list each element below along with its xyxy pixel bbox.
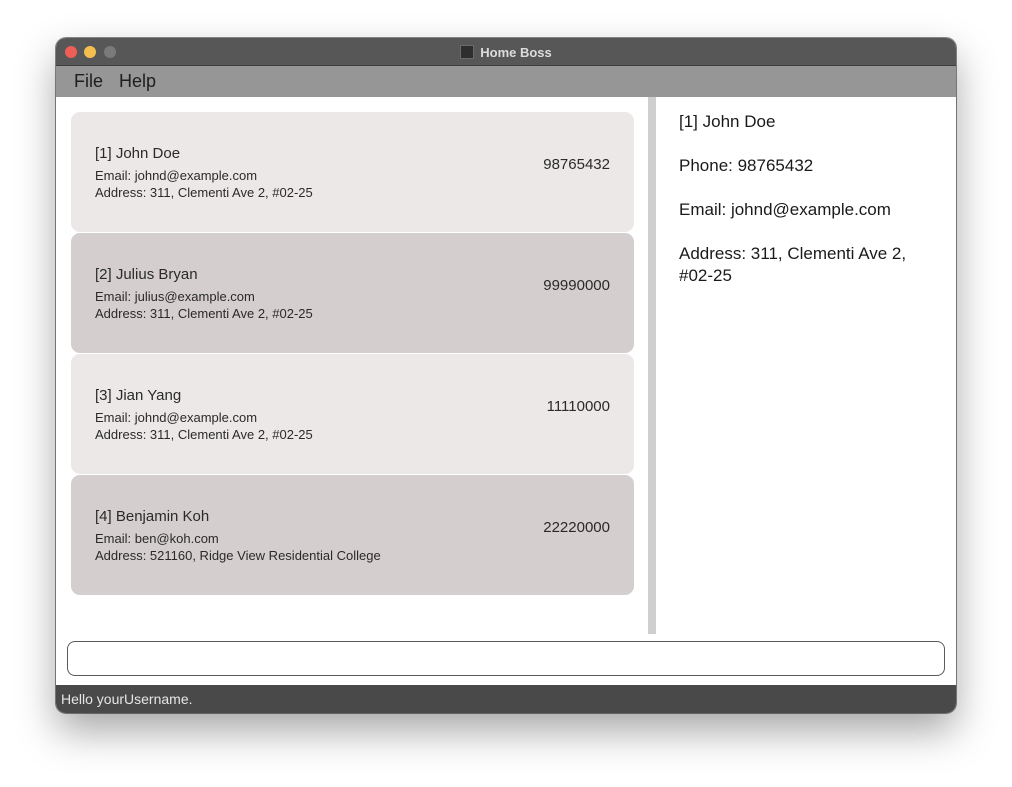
person-email: Email: julius@example.com [95,289,255,304]
person-phone: 99990000 [543,277,610,294]
person-name: [2] Julius Bryan [95,266,198,283]
detail-address: Address: 311, Clementi Ave 2, #02-25 [679,244,907,285]
person-phone: 22220000 [543,519,610,536]
window-title: Home Boss [480,44,552,60]
menu-bar: File Help [56,66,956,97]
detail-phone: Phone: 98765432 [679,156,814,175]
person-list: [1] John Doe Email: johnd@example.com Ad… [56,97,648,634]
person-address: Address: 311, Clementi Ave 2, #02-25 [95,306,313,321]
person-name: [4] Benjamin Koh [95,508,210,525]
person-email: Email: johnd@example.com [95,410,258,425]
split-pane-divider[interactable] [648,97,656,634]
detail-email: Email: johnd@example.com [679,200,891,219]
person-card[interactable]: [4] Benjamin Koh Email: ben@koh.com Addr… [71,475,634,595]
detail-name: [1] John Doe [679,112,776,131]
person-detail-panel: [1] John Doe Phone: 98765432 Email: john… [656,97,956,634]
status-bar: Hello yourUsername. [56,685,956,713]
menu-file[interactable]: File [74,71,103,92]
person-email: Email: johnd@example.com [95,168,258,183]
app-window: Home Boss File Help [1] John Doe Email: … [56,38,956,713]
person-card[interactable]: [2] Julius Bryan Email: julius@example.c… [71,233,634,353]
person-name: [3] Jian Yang [95,387,182,404]
person-address: Address: 311, Clementi Ave 2, #02-25 [95,427,313,442]
title-bar: Home Boss [56,38,956,66]
person-card[interactable]: [3] Jian Yang Email: johnd@example.com A… [71,354,634,474]
person-address: Address: 311, Clementi Ave 2, #02-25 [95,185,313,200]
person-address: Address: 521160, Ridge View Residential … [95,548,381,563]
status-message: Hello yourUsername. [61,691,193,707]
app-icon [460,45,475,59]
window-title-area: Home Boss [56,38,956,66]
command-input[interactable] [67,641,945,676]
person-email: Email: ben@koh.com [95,531,219,546]
menu-help[interactable]: Help [119,71,156,92]
person-card[interactable]: [1] John Doe Email: johnd@example.com Ad… [71,112,634,232]
person-phone: 11110000 [546,398,610,415]
person-phone: 98765432 [543,156,610,173]
person-name: [1] John Doe [95,145,181,162]
